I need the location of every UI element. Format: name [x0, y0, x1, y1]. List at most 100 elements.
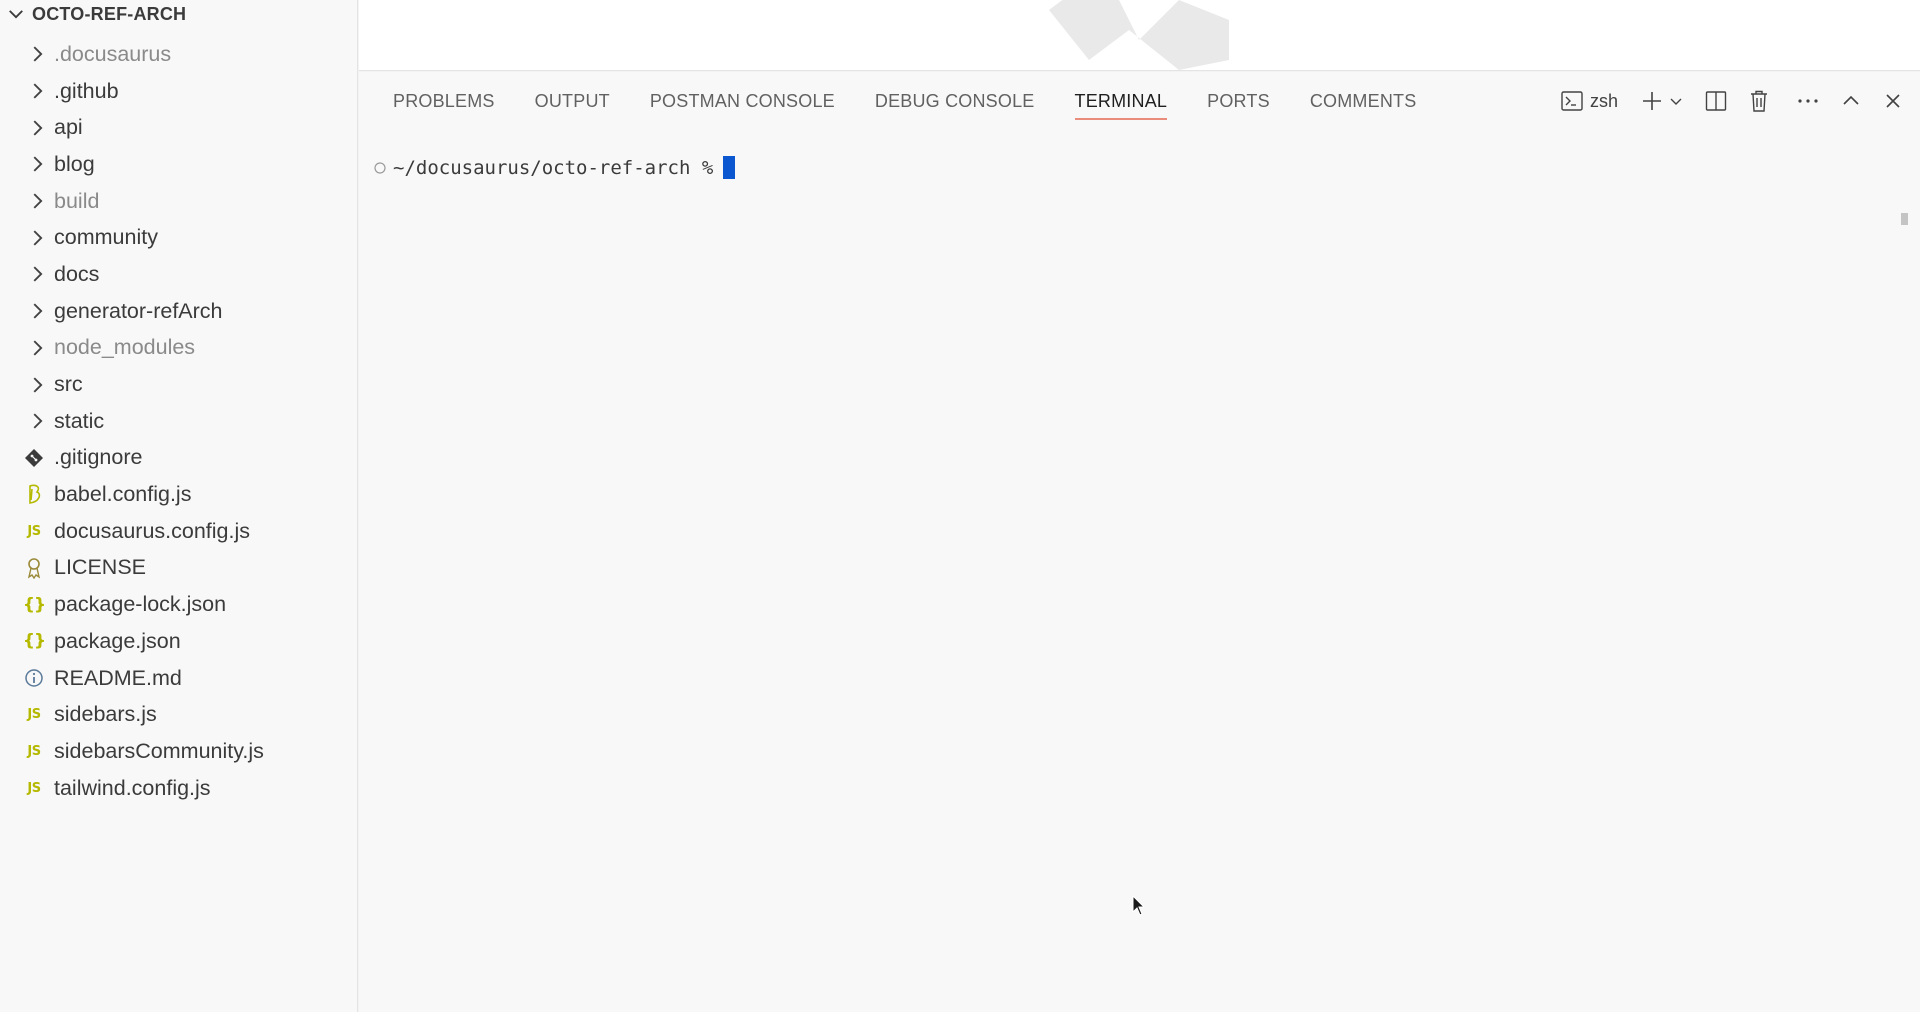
chevron-right-icon	[33, 83, 43, 99]
tree-file[interactable]: JS docusaurus.config.js	[0, 513, 357, 550]
explorer-title: OCTO-REF-ARCH	[32, 3, 187, 24]
tree-item-label: blog	[54, 151, 95, 176]
tree-folder[interactable]: api	[0, 109, 357, 146]
chevron-down-icon	[1670, 98, 1682, 105]
panel-actions: zsh	[1560, 72, 1920, 130]
tree-item-label: docs	[54, 261, 100, 286]
git-icon	[22, 446, 46, 470]
chevron-right-icon	[33, 46, 43, 62]
file-tree: .docusaurus .github api blog build community d…	[0, 36, 357, 806]
info-icon	[22, 666, 46, 690]
tree-item-label: tailwind.config.js	[54, 775, 211, 800]
chevron-down-icon	[9, 10, 23, 19]
more-actions-button[interactable]	[1796, 89, 1820, 113]
tree-item-label: .gitignore	[54, 445, 143, 470]
terminal-icon	[1561, 91, 1583, 111]
split-icon	[1705, 91, 1727, 111]
new-terminal-button[interactable]	[1640, 89, 1664, 113]
tree-folder[interactable]: node_modules	[0, 330, 357, 367]
babel-icon	[22, 483, 46, 507]
chevron-right-icon	[33, 266, 43, 283]
plus-icon	[1643, 92, 1661, 110]
tab-postman-console[interactable]: POSTMAN CONSOLE	[630, 72, 855, 130]
terminal-launch-profile-dropdown[interactable]	[1668, 93, 1684, 109]
tree-file[interactable]: JS sidebarsCommunity.js	[0, 733, 357, 770]
tree-folder[interactable]: static	[0, 403, 357, 440]
terminal-view[interactable]: ~/docusaurus/octo-ref-arch %	[359, 130, 1920, 1012]
tree-folder[interactable]: blog	[0, 146, 357, 183]
explorer-section-header[interactable]: OCTO-REF-ARCH	[0, 0, 357, 28]
trash-icon	[1751, 90, 1767, 112]
tree-file[interactable]: {} package.json	[0, 623, 357, 660]
terminal-scrollbar[interactable]	[1901, 213, 1908, 225]
tree-item-label: api	[54, 115, 83, 140]
tree-file[interactable]: JS sidebars.js	[0, 696, 357, 733]
tree-item-label: LICENSE	[54, 555, 147, 580]
tree-folder[interactable]: generator-refArch	[0, 293, 357, 330]
shell-name: zsh	[1589, 90, 1618, 111]
tree-item-label: src	[54, 372, 83, 397]
tree-item-label: docusaurus.config.js	[54, 518, 250, 543]
terminal-cursor	[723, 156, 736, 179]
chevron-up-icon	[1843, 95, 1859, 105]
split-terminal-button[interactable]	[1704, 89, 1728, 113]
chevron-right-icon	[33, 303, 43, 319]
chevron-right-icon	[33, 230, 43, 246]
tree-file[interactable]: JS tailwind.config.js	[0, 770, 357, 807]
tab-debug-console[interactable]: DEBUG CONSOLE	[855, 72, 1055, 130]
tree-item-label: generator-refArch	[54, 298, 223, 323]
js-icon: JS	[27, 707, 41, 723]
tree-item-label: package-lock.json	[54, 592, 227, 617]
close-panel-button[interactable]	[1882, 90, 1904, 112]
ellipsis-icon	[1798, 99, 1818, 103]
vscode-watermark-icon	[1049, 0, 1229, 70]
tree-item-label: sidebarsCommunity.js	[54, 738, 264, 763]
tree-item-label: static	[54, 408, 105, 433]
license-icon	[22, 556, 46, 580]
tree-folder[interactable]: community	[0, 219, 357, 256]
tree-item-label: build	[54, 188, 100, 213]
chevron-right-icon	[33, 340, 43, 356]
tab-terminal[interactable]: TERMINAL	[1055, 72, 1188, 130]
tree-folder[interactable]: .github	[0, 73, 357, 110]
tree-file[interactable]: README.md	[0, 660, 357, 697]
tree-item-label: node_modules	[54, 335, 196, 360]
chevron-right-icon	[33, 413, 43, 429]
tree-folder[interactable]: docs	[0, 256, 357, 293]
close-icon	[1886, 94, 1900, 108]
bottom-panel: PROBLEMS OUTPUT POSTMAN CONSOLE DEBUG CONSO…	[359, 72, 1920, 1012]
explorer-sidebar: OCTO-REF-ARCH .docusaurus .github api blog b…	[0, 0, 358, 1012]
tree-item-label: package.json	[54, 628, 181, 653]
js-icon: JS	[27, 523, 41, 539]
tab-ports[interactable]: PORTS	[1187, 72, 1290, 130]
js-icon: JS	[27, 743, 41, 759]
tree-folder[interactable]: build	[0, 183, 357, 220]
tab-output[interactable]: OUTPUT	[515, 72, 630, 130]
terminal-shell-selector[interactable]: zsh	[1560, 89, 1618, 113]
chevron-right-icon	[33, 193, 43, 209]
tree-folder[interactable]: src	[0, 366, 357, 403]
tree-item-label: .docusaurus	[54, 41, 172, 66]
tree-item-label: babel.config.js	[54, 482, 192, 507]
chevron-right-icon	[33, 120, 43, 136]
tree-item-label: .github	[54, 78, 119, 103]
tree-item-label: sidebars.js	[54, 702, 157, 727]
json-icon: {}	[22, 594, 46, 615]
tab-problems[interactable]: PROBLEMS	[373, 72, 515, 130]
maximize-panel-button[interactable]	[1840, 90, 1862, 112]
tree-item-label: README.md	[54, 665, 182, 690]
editor-area	[359, 0, 1920, 71]
js-icon: JS	[27, 780, 41, 796]
chevron-right-icon	[33, 376, 43, 393]
prompt-line: ~/docusaurus/octo-ref-arch %	[373, 156, 736, 179]
tree-file[interactable]: LICENSE	[0, 550, 357, 587]
tab-comments[interactable]: COMMENTS	[1290, 72, 1437, 130]
tree-file[interactable]: .gitignore	[0, 440, 357, 477]
kill-terminal-button[interactable]	[1748, 89, 1770, 113]
tree-file[interactable]: {} package-lock.json	[0, 586, 357, 623]
chevron-right-icon	[33, 156, 43, 172]
json-icon: {}	[22, 631, 46, 652]
tree-file[interactable]: babel.config.js	[0, 476, 357, 513]
mouse-pointer-icon	[1132, 895, 1146, 916]
tree-folder[interactable]: .docusaurus	[0, 36, 357, 73]
